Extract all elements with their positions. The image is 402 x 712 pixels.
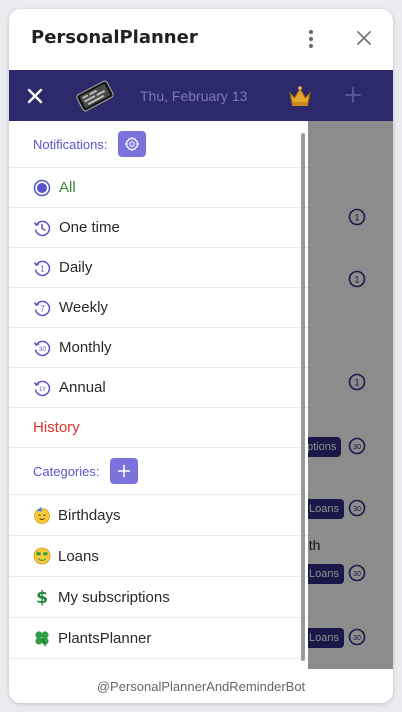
filter-label: All xyxy=(59,179,76,196)
categories-label: Categories: xyxy=(33,463,100,479)
svg-text:1Y: 1Y xyxy=(39,386,46,392)
app-header-bar: Thu, February 13 xyxy=(9,70,393,121)
svg-text:$: $ xyxy=(36,588,48,606)
current-date[interactable]: Thu, February 13 xyxy=(140,88,247,104)
svg-text:30: 30 xyxy=(39,345,47,352)
category-loans[interactable]: Loans xyxy=(9,536,308,577)
filter-one-time[interactable]: One time xyxy=(9,208,308,248)
repeat-30-icon: 30 xyxy=(33,340,51,356)
svg-text:7: 7 xyxy=(40,304,45,313)
filter-label: One time xyxy=(59,219,120,236)
add-reminder-icon[interactable] xyxy=(342,84,364,106)
history-clock-icon xyxy=(33,220,51,236)
notifications-header: Notifications: xyxy=(9,121,308,168)
filter-label: Annual xyxy=(59,379,106,396)
dollar-sign-emoji-icon: $ xyxy=(36,588,48,606)
add-category-button[interactable] xyxy=(110,458,139,484)
crown-icon[interactable] xyxy=(287,85,313,107)
plus-icon xyxy=(118,464,131,478)
filter-weekly[interactable]: 7 Weekly xyxy=(9,288,308,328)
notifications-label: Notifications: xyxy=(33,136,108,152)
filter-label: Daily xyxy=(59,259,93,276)
birthday-face-emoji-icon xyxy=(34,506,50,524)
radio-selected-icon xyxy=(33,179,51,196)
history-item[interactable]: History xyxy=(9,408,308,448)
drawer-scrollbar[interactable] xyxy=(301,133,305,661)
footer: @PersonalPlannerAndReminderBot xyxy=(9,669,393,703)
window-titlebar: PersonalPlanner xyxy=(9,9,393,70)
category-label: Birthdays xyxy=(58,506,121,524)
category-birthdays[interactable]: Birthdays xyxy=(9,495,308,536)
category-label: My subscriptions xyxy=(58,588,170,606)
filter-annual[interactable]: 1Y Annual xyxy=(9,368,308,408)
filter-monthly[interactable]: 30 Monthly xyxy=(9,328,308,368)
category-plantsplanner[interactable]: PlantsPlanner xyxy=(9,618,308,659)
filter-label: Monthly xyxy=(59,339,112,356)
gear-icon xyxy=(125,136,140,152)
more-options-icon[interactable] xyxy=(304,29,318,49)
repeat-7-icon: 7 xyxy=(33,300,51,316)
categories-header: Categories: xyxy=(9,448,308,495)
navigation-drawer: Notifications: All One time 1 Daily 7 We… xyxy=(9,121,308,669)
repeat-1y-icon: 1Y xyxy=(33,380,51,396)
category-label: PlantsPlanner xyxy=(58,629,152,647)
repeat-1-icon: 1 xyxy=(33,260,51,276)
svg-text:1: 1 xyxy=(40,264,45,273)
category-label: Loans xyxy=(58,547,99,565)
notification-settings-button[interactable] xyxy=(118,131,147,157)
filter-daily[interactable]: 1 Daily xyxy=(9,248,308,288)
filter-all[interactable]: All xyxy=(9,168,308,208)
app-window: PersonalPlanner Thu, February 13 1 1 1 p… xyxy=(9,9,393,703)
money-face-emoji-icon xyxy=(33,547,51,565)
phone-logo-icon[interactable] xyxy=(71,79,119,113)
category-my-subscriptions[interactable]: $ My subscriptions xyxy=(9,577,308,618)
bot-handle[interactable]: @PersonalPlannerAndReminderBot xyxy=(97,679,305,694)
four-leaf-clover-emoji-icon xyxy=(35,631,49,647)
close-window-icon[interactable] xyxy=(353,27,375,49)
window-title: PersonalPlanner xyxy=(31,27,198,48)
close-drawer-icon[interactable] xyxy=(25,86,45,106)
filter-label: Weekly xyxy=(59,299,108,316)
history-label: History xyxy=(33,419,80,436)
